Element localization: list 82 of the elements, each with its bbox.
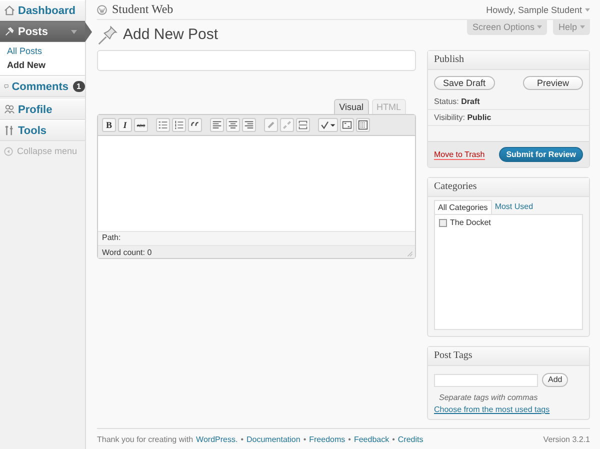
wordpress-icon[interactable] xyxy=(97,4,107,14)
tag-field[interactable] xyxy=(434,374,538,386)
italic-button[interactable]: I xyxy=(118,118,132,132)
footer-link[interactable]: Freedoms xyxy=(309,435,346,444)
footer-text: Thank you for creating with xyxy=(97,435,194,444)
post-status: Status: Draft xyxy=(434,97,480,106)
more-tag-button[interactable] xyxy=(296,118,310,132)
add-button[interactable]: Add xyxy=(542,373,568,387)
preview-button[interactable]: Preview xyxy=(523,76,583,90)
site-name[interactable]: Student Web xyxy=(112,2,174,17)
page-title: Add New Post xyxy=(123,26,218,43)
footer-link[interactable]: Documentation xyxy=(246,435,300,444)
menu-item[interactable]: Dashboard xyxy=(0,0,85,21)
separator: • xyxy=(303,435,306,444)
move-to-trash-link[interactable]: Move to Trash xyxy=(434,150,485,160)
align-left-icon xyxy=(212,120,222,130)
people-icon xyxy=(4,104,15,115)
title-field[interactable] xyxy=(97,50,416,71)
separator: • xyxy=(348,435,351,444)
footer-link[interactable]: Feedback xyxy=(354,435,390,444)
editor-tab[interactable]: Visual xyxy=(334,99,368,114)
screen-options-button[interactable]: Screen Options xyxy=(467,20,548,35)
category-tab[interactable]: Most Used xyxy=(492,200,536,214)
numbered-list-icon xyxy=(174,120,184,130)
bullet-list-button[interactable] xyxy=(156,118,170,132)
menu-label: Posts xyxy=(18,26,48,38)
menu-label: Tools xyxy=(18,124,47,136)
page-break-icon xyxy=(298,120,308,130)
fullscreen-button[interactable] xyxy=(340,118,354,132)
panel-title: Publish xyxy=(428,51,589,70)
submit-for-review-button[interactable]: Submit for Review xyxy=(499,147,583,162)
panel-title: Post Tags xyxy=(428,347,589,366)
align-right-icon xyxy=(244,120,254,130)
footer-link[interactable]: WordPress. xyxy=(196,435,238,444)
grid-icon xyxy=(358,120,368,130)
editor-path: Path: xyxy=(98,231,415,246)
separator: • xyxy=(392,435,395,444)
home-icon xyxy=(4,5,15,16)
category-tab[interactable]: All Categories xyxy=(434,200,492,214)
panel-title: Categories xyxy=(428,178,589,197)
help-button[interactable]: Help xyxy=(553,20,590,35)
unlink-icon xyxy=(282,120,292,130)
menu-item[interactable]: Profile xyxy=(0,99,85,120)
caret-icon xyxy=(585,8,590,12)
tags-hint: Separate tags with commas xyxy=(438,392,539,404)
bold-button[interactable]: B xyxy=(102,118,116,132)
align-center-button[interactable] xyxy=(226,118,240,132)
align-center-icon xyxy=(228,120,238,130)
bullet-list-icon xyxy=(158,120,168,130)
post-visibility: Visibility: Public xyxy=(434,113,492,122)
category-label[interactable]: The Docket xyxy=(450,218,491,227)
align-left-button[interactable] xyxy=(210,118,224,132)
submenu-item[interactable]: Add New xyxy=(0,58,85,72)
version-text: Version 3.2.1 xyxy=(543,435,590,444)
quote-button[interactable] xyxy=(188,118,202,132)
menu-item[interactable]: Comments 1 xyxy=(0,76,85,97)
menu-item[interactable]: Tools xyxy=(0,120,85,141)
resize-handle[interactable] xyxy=(407,251,413,257)
most-used-tags-link[interactable]: Choose from the most used tags xyxy=(434,405,550,414)
numbered-list-button[interactable] xyxy=(172,118,186,132)
save-draft-button[interactable]: Save Draft xyxy=(434,76,495,90)
word-count: Word count: 0 xyxy=(102,248,152,257)
separator: • xyxy=(240,435,244,444)
checkbox[interactable] xyxy=(439,218,447,226)
fullscreen-icon xyxy=(342,120,352,130)
menu-label: Profile xyxy=(18,104,52,116)
kitchen-sink-button[interactable] xyxy=(356,118,370,132)
checkmark-icon xyxy=(320,120,336,130)
link-button[interactable] xyxy=(264,118,278,132)
user-greeting[interactable]: Howdy, Sample Student xyxy=(486,4,582,14)
menu-label: Comments xyxy=(12,80,69,92)
caret-icon xyxy=(537,25,542,29)
pushpin-icon xyxy=(97,24,119,46)
spellcheck-button[interactable] xyxy=(318,118,338,132)
footer-link[interactable]: Credits xyxy=(398,435,424,444)
align-right-button[interactable] xyxy=(242,118,256,132)
link-icon xyxy=(266,120,276,130)
tools-icon xyxy=(4,125,15,136)
count-badge: 1 xyxy=(72,81,85,92)
caret-icon xyxy=(580,25,585,29)
submenu-item[interactable]: All Posts xyxy=(0,44,85,58)
menu-label: Dashboard xyxy=(18,4,76,16)
